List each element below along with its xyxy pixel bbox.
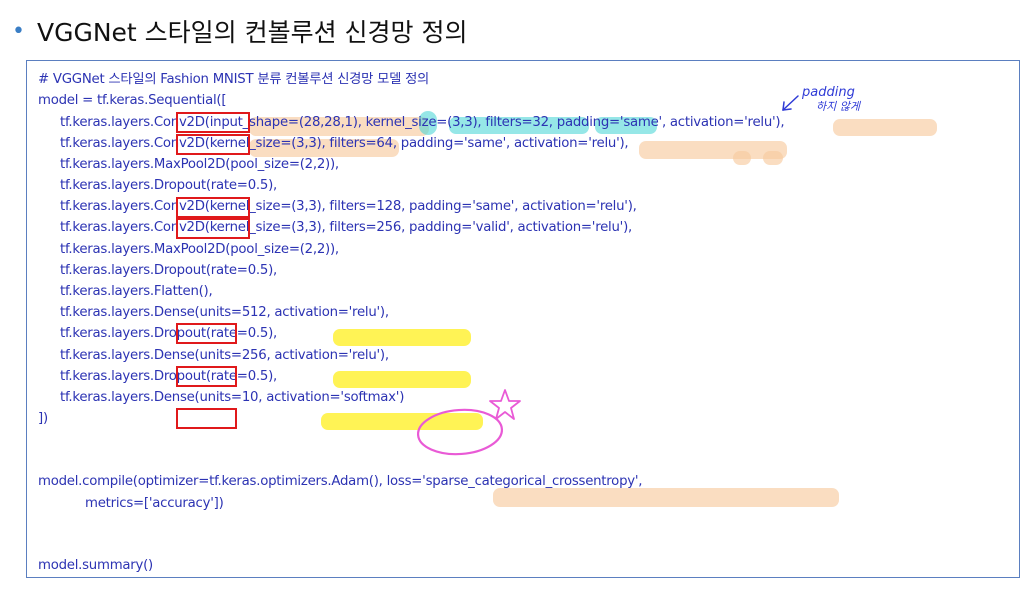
red-box-conv2d-3 [176, 197, 250, 218]
highlight-dot-a [733, 151, 751, 165]
highlight-relu-256 [333, 371, 471, 388]
red-box-dense-1 [176, 323, 237, 344]
bullet-icon: • [12, 18, 25, 44]
red-box-dense-2 [176, 366, 237, 387]
highlight-softmax [321, 413, 483, 430]
code-line-2: tf.keras.layers.Conv2D(input_shape=(28,2… [60, 115, 785, 130]
code-line-1: model = tf.keras.Sequential([ [38, 93, 227, 108]
highlight-dot-b [763, 151, 783, 165]
code-line-13: tf.keras.layers.Dense(units=256, activat… [60, 348, 389, 363]
red-box-dense-3 [176, 408, 237, 429]
code-line-11: tf.keras.layers.Dense(units=512, activat… [60, 305, 389, 320]
code-line-18: metrics=['accuracy']) [85, 496, 224, 511]
red-box-conv2d-2 [176, 134, 250, 155]
highlight-relu-512 [333, 329, 471, 346]
code-line-6: tf.keras.layers.Conv2D(kernel_size=(3,3)… [60, 199, 637, 214]
red-box-conv2d-1 [176, 112, 250, 133]
code-line-14: tf.keras.layers.Dropout(rate=0.5), [60, 369, 278, 384]
slide-title: • VGGNet 스타일의 컨볼루션 신경망 정의 [12, 14, 468, 48]
highlight-activation-1 [833, 119, 937, 136]
code-line-3: tf.keras.layers.Conv2D(kernel_size=(3,3)… [60, 136, 629, 151]
code-comment: # VGGNet 스타일의 Fashion MNIST 분류 컨볼루션 신경망 … [38, 72, 430, 87]
slide-title-text: VGGNet 스타일의 컨볼루션 신경망 정의 [36, 18, 468, 47]
code-line-7: tf.keras.layers.Conv2D(kernel_size=(3,3)… [60, 220, 632, 235]
code-line-9: tf.keras.layers.Dropout(rate=0.5), [60, 263, 278, 278]
code-line-16: ]) [38, 411, 48, 426]
code-line-15: tf.keras.layers.Dense(units=10, activati… [60, 390, 405, 405]
code-block: # VGGNet 스타일의 Fashion MNIST 분류 컨볼루션 신경망 … [26, 60, 1020, 578]
code-line-10: tf.keras.layers.Flatten(), [60, 284, 213, 299]
red-box-conv2d-4 [176, 218, 250, 239]
code-line-5: tf.keras.layers.Dropout(rate=0.5), [60, 178, 278, 193]
code-line-4: tf.keras.layers.MaxPool2D(pool_size=(2,2… [60, 157, 339, 172]
code-line-19: model.summary() [38, 558, 153, 573]
code-line-17: model.compile(optimizer=tf.keras.optimiz… [38, 474, 643, 489]
code-line-12: tf.keras.layers.Dropout(rate=0.5), [60, 326, 278, 341]
code-line-8: tf.keras.layers.MaxPool2D(pool_size=(2,2… [60, 242, 339, 257]
